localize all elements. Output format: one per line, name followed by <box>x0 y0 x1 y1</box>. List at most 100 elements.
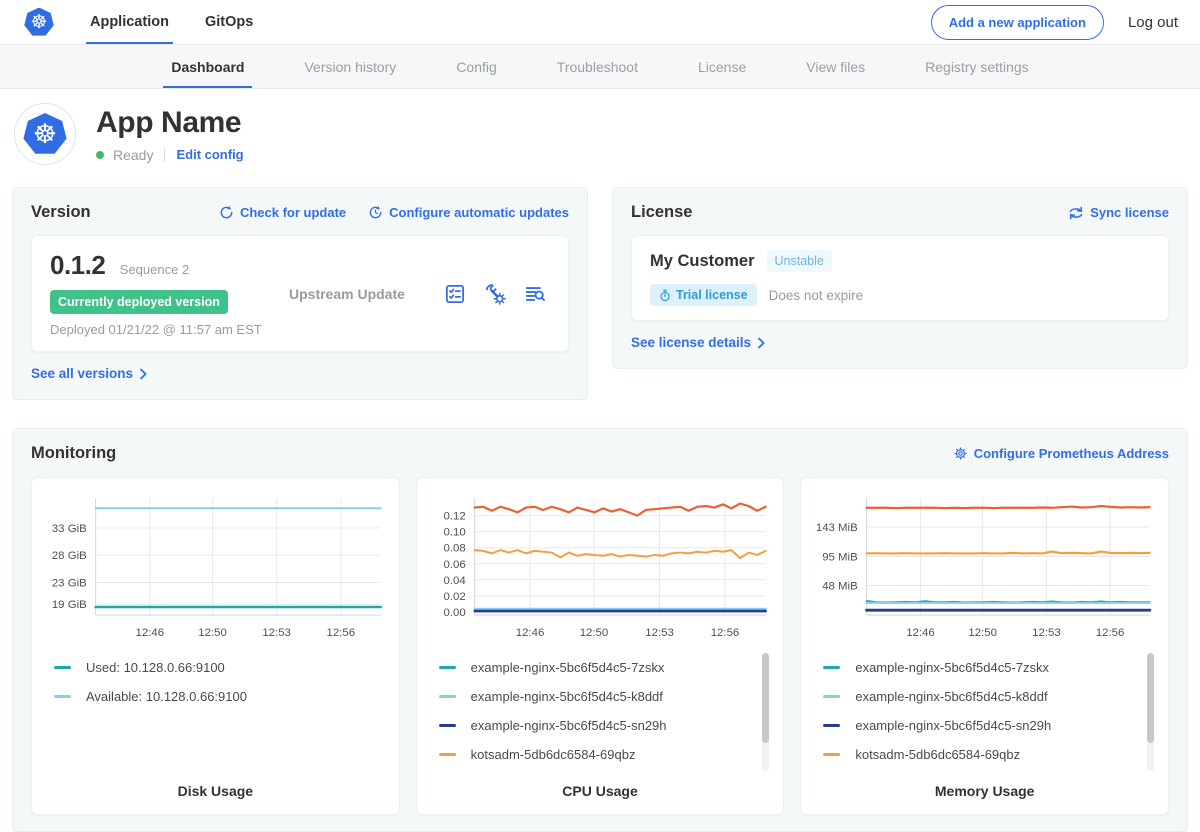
current-version-row: 0.1.2 Sequence 2 Currently deployed vers… <box>31 235 569 352</box>
legend-item: kotsadm-5db6dc6584-69qbz <box>439 740 770 769</box>
gear-icon <box>953 446 968 461</box>
legend-swatch <box>439 695 456 698</box>
legend-swatch <box>823 695 840 698</box>
legend-item: example-nginx-5bc6f5d4c5-k8ddf <box>439 682 770 711</box>
nav-tab-gitops[interactable]: GitOps <box>205 0 253 44</box>
divider <box>164 148 165 162</box>
svg-text:33 GiB: 33 GiB <box>52 523 87 535</box>
deploy-logs-icon[interactable] <box>524 283 546 305</box>
legend-scrollbar[interactable] <box>1147 653 1154 771</box>
svg-text:0.12: 0.12 <box>443 511 465 523</box>
version-card-title: Version <box>31 203 91 222</box>
legend-swatch <box>823 666 840 669</box>
legend-label: example-nginx-5bc6f5d4c5-k8ddf <box>471 689 663 704</box>
configure-automatic-updates-link[interactable]: Configure automatic updates <box>368 205 569 220</box>
subnav-tab-license[interactable]: License <box>698 45 746 88</box>
subnav-tab-registry-settings[interactable]: Registry settings <box>925 45 1028 88</box>
license-type-badge: Trial license <box>650 284 757 306</box>
svg-text:0.10: 0.10 <box>443 527 465 539</box>
subnav-tab-config[interactable]: Config <box>456 45 496 88</box>
legend-label: example-nginx-5bc6f5d4c5-7zskx <box>855 660 1049 675</box>
app-subnav: Dashboard Version history Config Trouble… <box>0 44 1200 89</box>
chevron-right-icon <box>757 337 765 349</box>
svg-text:12:56: 12:56 <box>710 627 739 639</box>
svg-text:12:50: 12:50 <box>579 627 608 639</box>
kubernetes-logo-icon[interactable]: ☸ <box>24 8 54 37</box>
legend-item: example-nginx-5bc6f5d4c5-7zskx <box>823 653 1154 682</box>
legend-swatch <box>439 724 456 727</box>
configure-prometheus-link[interactable]: Configure Prometheus Address <box>953 446 1169 461</box>
legend-label: example-nginx-5bc6f5d4c5-sn29h <box>855 718 1051 733</box>
version-card: Version Check for update Configure autom… <box>12 187 588 400</box>
schedule-update-icon <box>368 205 383 220</box>
svg-text:0.06: 0.06 <box>443 559 465 571</box>
sync-license-link[interactable]: Sync license <box>1068 205 1169 220</box>
disk-usage-chart-card: 33 GiB28 GiB23 GiB19 GiB12:4612:5012:531… <box>31 477 400 815</box>
legend-label: Available: 10.128.0.66:9100 <box>86 689 247 704</box>
subnav-tab-version-history[interactable]: Version history <box>304 45 396 88</box>
ship-wheel-icon: ☸ <box>30 13 47 32</box>
legend-label: Used: 10.128.0.66:9100 <box>86 660 225 675</box>
add-application-button[interactable]: Add a new application <box>931 5 1104 40</box>
edit-config-link[interactable]: Edit config <box>176 147 243 162</box>
nav-tab-application[interactable]: Application <box>90 0 169 44</box>
legend-scrollbar[interactable] <box>762 653 769 771</box>
cpu-usage-chart-card: 0.120.100.080.060.040.020.0012:4612:5012… <box>416 477 785 815</box>
memory-usage-legend: example-nginx-5bc6f5d4c5-7zskx example-ng… <box>823 653 1154 775</box>
monitoring-title: Monitoring <box>31 444 116 463</box>
legend-swatch <box>54 695 71 698</box>
svg-text:143 MiB: 143 MiB <box>816 522 858 534</box>
legend-label: example-nginx-5bc6f5d4c5-7zskx <box>471 660 665 675</box>
cpu-usage-chart-title: CPU Usage <box>429 775 772 799</box>
legend-swatch <box>439 753 456 756</box>
legend-scrollbar-thumb[interactable] <box>762 653 769 743</box>
svg-text:12:46: 12:46 <box>907 627 936 639</box>
svg-text:12:46: 12:46 <box>136 627 165 639</box>
legend-label: kotsadm-5db6dc6584-69qbz <box>855 747 1020 762</box>
subnav-tab-view-files[interactable]: View files <box>806 45 865 88</box>
disk-usage-legend: Used: 10.128.0.66:9100 Available: 10.128.… <box>54 653 385 775</box>
preflight-checklist-icon[interactable] <box>444 283 466 305</box>
svg-text:19 GiB: 19 GiB <box>52 599 87 611</box>
license-customer-name: My Customer <box>650 252 755 271</box>
legend-swatch <box>823 753 840 756</box>
legend-item: kotsadm-5db6dc6584-69qbz <box>823 740 1154 769</box>
license-card: License Sync license My Customer Unstabl… <box>612 187 1188 369</box>
legend-item: Available: 10.128.0.66:9100 <box>54 682 385 711</box>
legend-label: example-nginx-5bc6f5d4c5-k8ddf <box>855 689 1047 704</box>
legend-item: example-nginx-5bc6f5d4c5-k8ddf <box>823 682 1154 711</box>
svg-text:28 GiB: 28 GiB <box>52 550 87 562</box>
memory-usage-plot: 143 MiB95 MiB48 MiB12:4612:5012:5312:56 <box>813 490 1156 641</box>
legend-swatch <box>54 666 71 669</box>
see-all-versions-link[interactable]: See all versions <box>31 366 147 381</box>
app-avatar: ☸ <box>14 103 76 165</box>
disk-usage-plot: 33 GiB28 GiB23 GiB19 GiB12:4612:5012:531… <box>44 490 387 641</box>
page-title: App Name <box>96 106 244 140</box>
subnav-tab-troubleshoot[interactable]: Troubleshoot <box>557 45 638 88</box>
svg-text:48 MiB: 48 MiB <box>823 581 859 593</box>
subnav-tab-dashboard[interactable]: Dashboard <box>171 45 244 88</box>
cpu-usage-legend: example-nginx-5bc6f5d4c5-7zskx example-ng… <box>439 653 770 775</box>
legend-item: example-nginx-5bc6f5d4c5-sn29h <box>439 711 770 740</box>
logout-link[interactable]: Log out <box>1128 14 1178 31</box>
svg-text:12:46: 12:46 <box>515 627 544 639</box>
svg-text:0.00: 0.00 <box>443 607 465 619</box>
memory-usage-chart-title: Memory Usage <box>813 775 1156 799</box>
svg-text:12:50: 12:50 <box>198 627 227 639</box>
refresh-icon <box>219 205 234 220</box>
license-details-row: My Customer Unstable Trial license Does … <box>631 235 1169 321</box>
svg-text:0.04: 0.04 <box>443 575 466 587</box>
see-license-details-link[interactable]: See license details <box>631 335 765 350</box>
app-status-text: Ready <box>113 147 153 163</box>
license-expiry-text: Does not expire <box>769 288 864 303</box>
edit-config-wrench-icon[interactable] <box>484 283 506 305</box>
app-header: ☸ App Name Ready Edit config <box>0 89 1200 183</box>
legend-item: example-nginx-5bc6f5d4c5-sn29h <box>823 711 1154 740</box>
topnav-tabs: Application GitOps <box>90 0 253 44</box>
legend-scrollbar-thumb[interactable] <box>1147 653 1154 743</box>
legend-label: kotsadm-5db6dc6584-69qbz <box>471 747 636 762</box>
version-source-label: Upstream Update <box>275 286 444 302</box>
legend-swatch <box>439 666 456 669</box>
svg-text:0.08: 0.08 <box>443 543 465 555</box>
check-for-update-link[interactable]: Check for update <box>219 205 346 220</box>
